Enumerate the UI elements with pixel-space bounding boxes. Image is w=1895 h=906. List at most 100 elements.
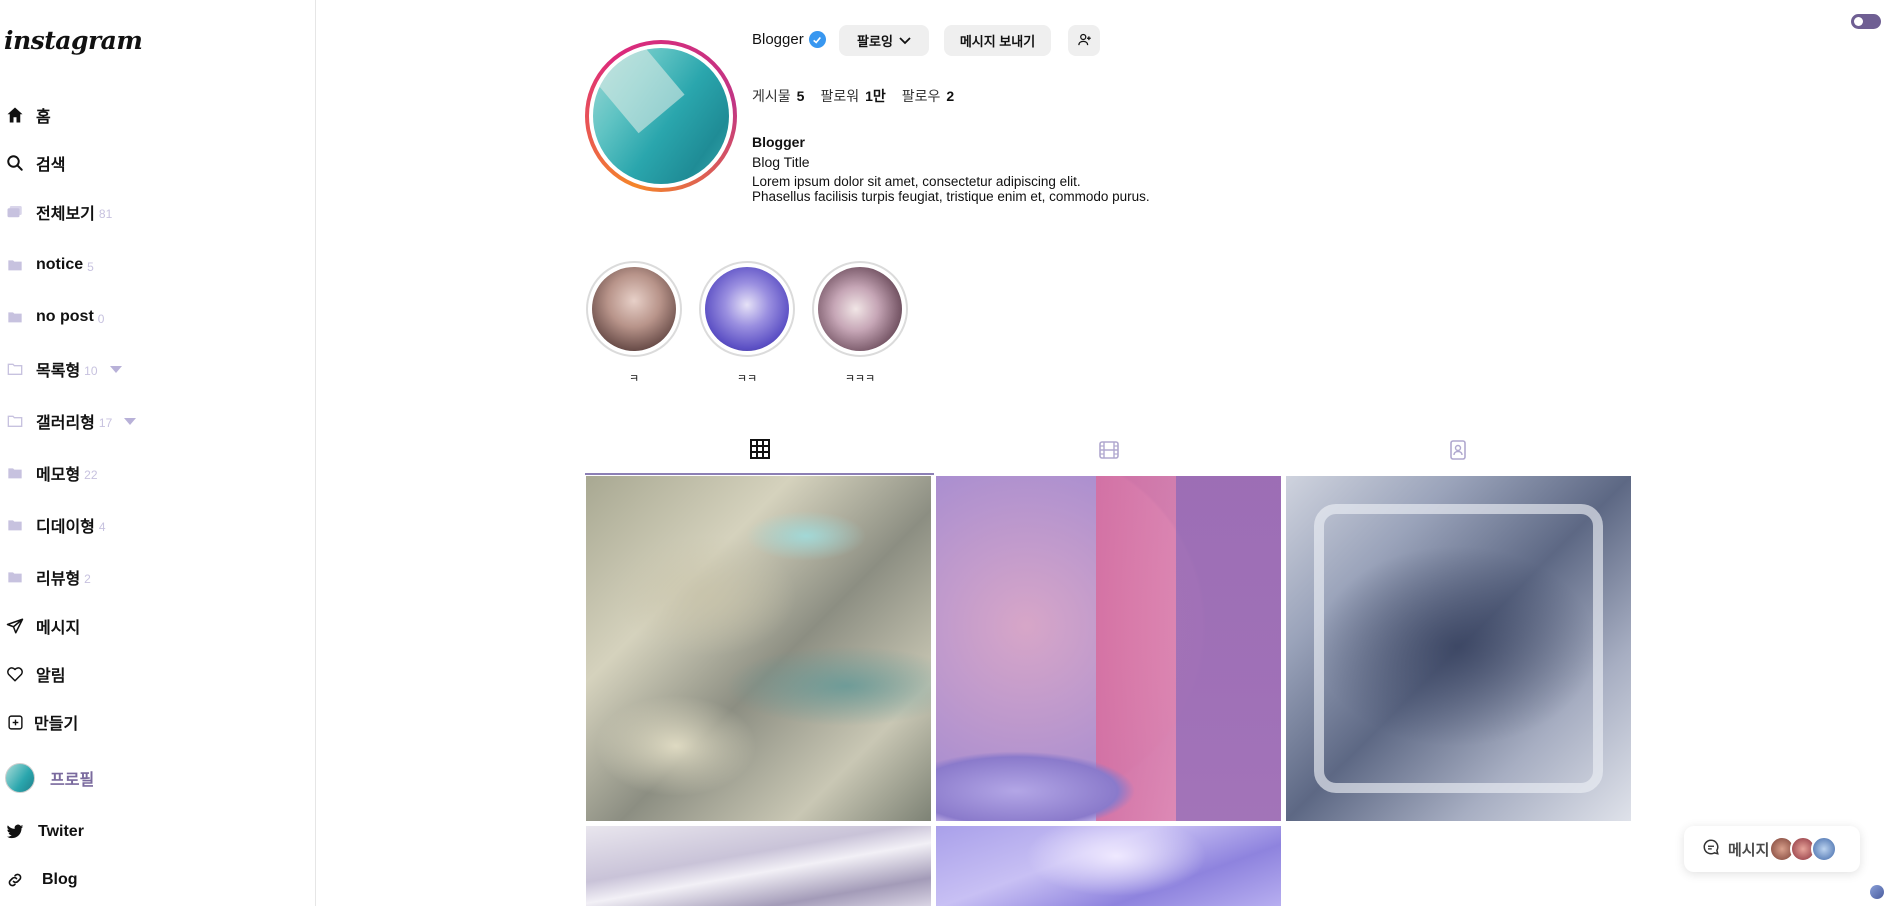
sidebar-item-no-post[interactable]: no post 0 — [0, 303, 104, 331]
add-user-button[interactable] — [1068, 25, 1100, 56]
story-highlight[interactable]: ㅋㅋㅋ — [812, 261, 908, 386]
story-highlight[interactable]: ㅋㅋ — [699, 261, 795, 386]
sidebar-item-label: 디데이형 — [36, 519, 95, 536]
highlight-ring — [699, 261, 795, 357]
profile-avatar[interactable] — [585, 40, 737, 192]
profile-tabs — [585, 430, 1631, 475]
chevron-down-icon[interactable] — [109, 365, 122, 373]
sidebar-item-twitter[interactable]: Twiter — [0, 818, 84, 846]
stat-value: 5 — [796, 88, 805, 104]
following-button[interactable]: 팔로잉 — [839, 25, 929, 56]
folder-icon — [5, 255, 25, 275]
bio-line: Phasellus facilisis turpis feugiat, tris… — [752, 189, 1150, 204]
sidebar-item-dday[interactable]: 디데이형 4 — [0, 511, 106, 539]
link-icon — [5, 870, 25, 890]
highlight-image — [818, 267, 902, 351]
sidebar-item-count: 2 — [84, 571, 91, 586]
post-thumbnail[interactable] — [936, 476, 1281, 821]
message-widget[interactable]: 메시지 — [1684, 826, 1860, 872]
sidebar-item-all[interactable]: 전체보기 81 — [0, 198, 112, 226]
bio-name: Blogger — [752, 134, 805, 150]
chat-bubble-icon — [1702, 838, 1720, 861]
sidebar-item-review[interactable]: 리뷰형 2 — [0, 563, 91, 591]
chevron-down-icon[interactable] — [124, 417, 137, 425]
avatar-border — [589, 44, 733, 188]
theme-toggle[interactable] — [1851, 14, 1881, 29]
sidebar-item-notifications[interactable]: 알림 — [0, 660, 65, 688]
tab-posts[interactable] — [585, 430, 934, 475]
sidebar-item-count: 0 — [97, 311, 105, 326]
avatar — [1811, 836, 1837, 862]
post-thumbnail[interactable] — [586, 826, 931, 906]
home-icon — [5, 105, 25, 125]
bio-title: Blog Title — [752, 154, 810, 170]
instagram-logo[interactable]: instagram — [4, 26, 143, 55]
sidebar-item-label: 검색 — [36, 157, 66, 174]
folder-outline-icon — [5, 359, 25, 379]
folder-outline-icon — [5, 411, 25, 431]
tab-tagged[interactable] — [1283, 430, 1632, 475]
highlight-ring — [812, 261, 908, 357]
post-thumbnail[interactable] — [586, 476, 931, 821]
sidebar-item-list[interactable]: 목록형 10 — [0, 355, 122, 383]
sidebar-item-profile[interactable]: 프로필 — [0, 762, 94, 794]
sidebar: instagram 홈 검색 전체보기 81 notice 5 no post — [0, 0, 316, 906]
avatar — [5, 763, 35, 793]
post-frame — [1314, 504, 1603, 793]
sidebar-item-notice[interactable]: notice 5 — [0, 251, 94, 279]
bio-line: Lorem ipsum dolor sit amet, consectetur … — [752, 174, 1081, 189]
sidebar-item-messages[interactable]: 메시지 — [0, 612, 80, 640]
heart-icon — [5, 664, 25, 684]
sidebar-item-label: no post — [36, 308, 94, 325]
verified-badge-icon — [808, 31, 826, 48]
sidebar-item-label: 만들기 — [34, 716, 79, 733]
highlight-image — [705, 267, 789, 351]
sidebar-item-search[interactable]: 검색 — [0, 149, 65, 177]
profile-stats: 게시물 5 팔로워 1만 팔로우 2 — [752, 86, 954, 106]
sidebar-item-home[interactable]: 홈 — [0, 101, 51, 129]
sidebar-item-label: 리뷰형 — [36, 571, 81, 588]
chevron-down-icon — [899, 33, 911, 48]
stat-label: 게시물 — [752, 88, 791, 104]
sidebar-item-label: 목록형 — [36, 363, 81, 380]
sidebar-item-create[interactable]: 만들기 — [0, 708, 78, 736]
sidebar-item-label: 메모형 — [36, 467, 81, 484]
sidebar-item-count: 10 — [84, 363, 98, 378]
post-thumbnail[interactable] — [1286, 476, 1631, 821]
stat-value: 1만 — [865, 88, 886, 104]
profile-image — [593, 48, 729, 184]
stat-followers[interactable]: 팔로워 1만 — [820, 86, 885, 106]
twitter-icon — [5, 822, 25, 842]
sidebar-item-blog[interactable]: Blog — [0, 866, 78, 894]
highlight-label: ㅋ — [628, 373, 640, 385]
folder-icon — [5, 567, 25, 587]
sidebar-item-memo[interactable]: 메모형 22 — [0, 459, 98, 487]
tab-reels[interactable] — [934, 430, 1283, 475]
sidebar-item-gallery[interactable]: 갤러리형 17 — [0, 407, 137, 435]
grid-icon — [749, 439, 770, 464]
following-button-label: 팔로잉 — [857, 34, 893, 49]
folder-icon — [5, 515, 25, 535]
profile-username: Blogger — [752, 31, 826, 48]
sidebar-item-count: 81 — [98, 206, 113, 221]
corner-badge-icon[interactable] — [1870, 885, 1884, 899]
folder-icon — [5, 307, 25, 327]
send-message-button[interactable]: 메시지 보내기 — [944, 25, 1051, 56]
bio-description: Lorem ipsum dolor sit amet, consectetur … — [752, 174, 1212, 204]
post-thumbnail[interactable] — [936, 826, 1281, 906]
sidebar-item-label: 메시지 — [36, 620, 81, 637]
post-overlay — [936, 751, 1136, 821]
sidebar-item-label: 갤러리형 — [36, 415, 95, 432]
plus-square-icon — [5, 712, 25, 732]
stat-posts[interactable]: 게시물 5 — [752, 86, 804, 106]
message-widget-label: 메시지 — [1728, 841, 1770, 859]
stat-following[interactable]: 팔로우 2 — [902, 86, 954, 106]
tagged-icon — [1449, 440, 1466, 465]
stat-label: 팔로우 — [901, 88, 941, 104]
story-highlight[interactable]: ㅋ — [586, 261, 682, 386]
reels-icon — [1098, 441, 1119, 464]
highlight-ring — [586, 261, 682, 357]
folder-icon — [5, 463, 25, 483]
stack-icon — [5, 202, 25, 222]
sidebar-item-label: Twiter — [38, 823, 84, 840]
